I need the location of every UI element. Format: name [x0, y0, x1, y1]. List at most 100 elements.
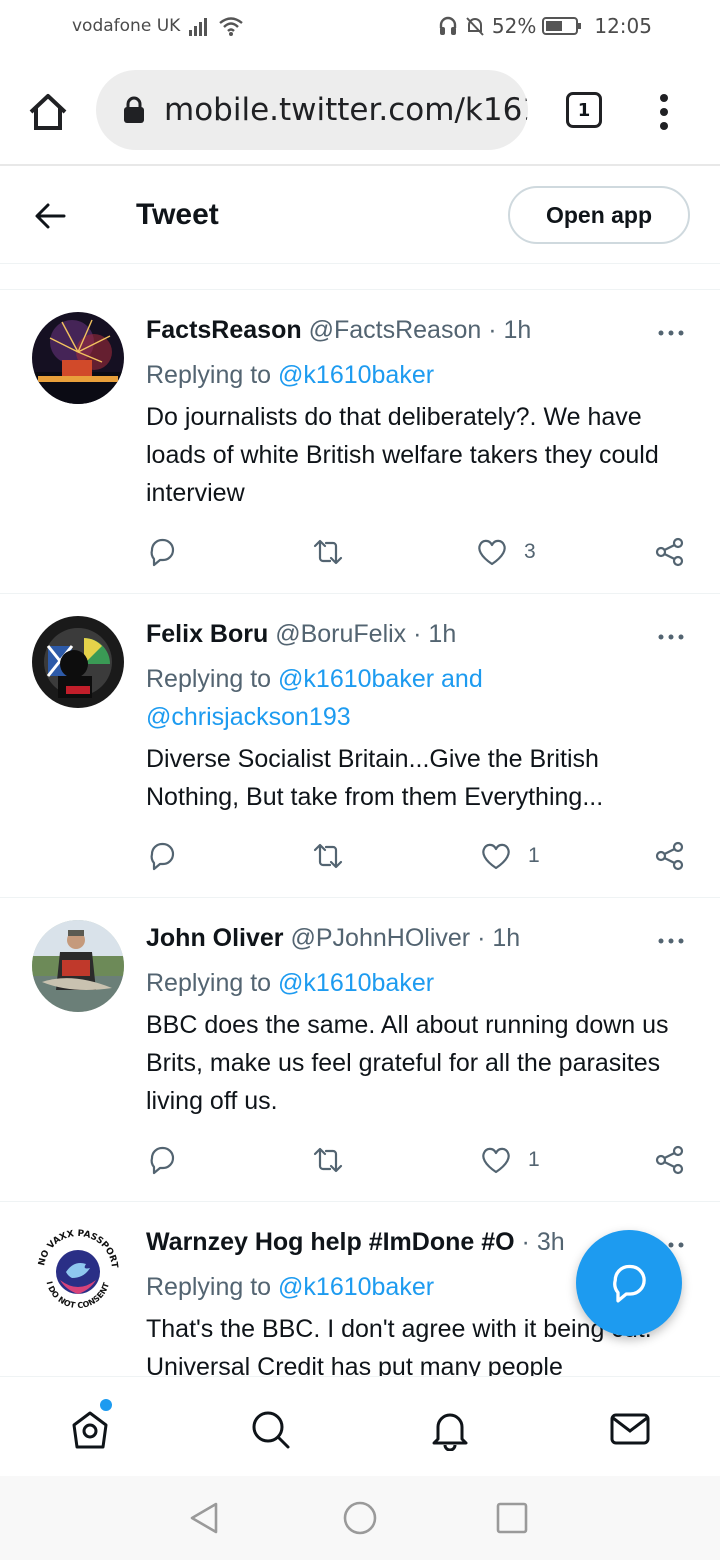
replying-to-label: Replying to: [146, 665, 279, 693]
retweet-icon: [313, 1147, 343, 1173]
author-name[interactable]: Warnzey Hog help #ImDone #O: [146, 1228, 515, 1256]
signal-icon: [189, 18, 207, 36]
tweet-meta: John Oliver @PJohnHOliver · 1h: [146, 922, 576, 954]
retweet-button[interactable]: [312, 534, 344, 570]
like-count: 1: [528, 844, 540, 867]
tweet-meta: Warnzey Hog help #ImDone #O · 3h: [146, 1226, 576, 1258]
divider: [0, 264, 720, 290]
avatar[interactable]: [32, 920, 124, 1012]
avatar[interactable]: [32, 312, 124, 404]
separator-dot: ·: [477, 924, 486, 952]
replying-to-label: Replying to: [146, 969, 279, 997]
tweet-item[interactable]: FactsReason @FactsReason · 1h Replying t…: [0, 290, 720, 594]
author-name[interactable]: FactsReason: [146, 316, 302, 344]
share-icon: [655, 537, 684, 567]
battery-percent: 52%: [491, 14, 537, 38]
tweet-item[interactable]: Felix Boru @BoruFelix · 1h Replying to @…: [0, 594, 720, 898]
reply-mention[interactable]: @k1610baker: [278, 969, 434, 997]
address-bar[interactable]: mobile.twitter.com/k161: [96, 70, 528, 150]
status-right: 52% 12:05: [438, 14, 652, 38]
tweet-time[interactable]: 1h: [492, 924, 520, 952]
retweet-button[interactable]: [312, 1142, 344, 1178]
tweet-meta: FactsReason @FactsReason · 1h: [146, 314, 576, 346]
tweet-actions: 1: [146, 1142, 686, 1182]
home-circle-icon[interactable]: [342, 1500, 378, 1536]
separator-dot: ·: [413, 620, 422, 648]
retweet-icon: [313, 843, 343, 869]
open-app-button[interactable]: Open app: [508, 186, 690, 244]
mute-bell-icon: [466, 17, 484, 36]
headset-icon: [439, 16, 457, 35]
retweet-icon: [313, 539, 343, 565]
reply-button[interactable]: [146, 534, 178, 570]
like-button[interactable]: 3: [476, 534, 536, 570]
back-arrow-icon[interactable]: [34, 202, 66, 230]
replying-to: Replying to @k1610baker: [146, 964, 686, 1002]
browser-toolbar: mobile.twitter.com/k161 1: [0, 56, 720, 166]
more-icon[interactable]: [656, 622, 686, 652]
tweet-text: Diverse Socialist Britain...Give the Bri…: [146, 745, 604, 811]
reply-button[interactable]: [146, 1142, 178, 1178]
heart-icon: [478, 539, 506, 566]
tweet-time[interactable]: 3h: [537, 1228, 565, 1256]
tab-switcher-button[interactable]: 1: [566, 92, 602, 128]
author-name[interactable]: Felix Boru: [146, 620, 268, 648]
status-bar: vodafone UK 52% 12:05: [0, 0, 720, 56]
browser-menu-icon[interactable]: [654, 92, 674, 132]
share-button[interactable]: [654, 1142, 686, 1178]
tweet-item[interactable]: John Oliver @PJohnHOliver · 1h Replying …: [0, 898, 720, 1202]
notifications-bell-icon[interactable]: [428, 1407, 472, 1451]
bottom-navigation: [0, 1376, 720, 1476]
tweet-time[interactable]: 1h: [428, 620, 456, 648]
system-navigation-bar: [0, 1476, 720, 1560]
lock-icon: [124, 96, 144, 123]
reply-icon: [150, 538, 175, 567]
retweet-button[interactable]: [312, 838, 344, 874]
author-handle[interactable]: @FactsReason: [309, 316, 482, 344]
more-icon[interactable]: [656, 318, 686, 348]
recents-square-icon[interactable]: [494, 1500, 530, 1536]
tweet-actions: 3: [146, 534, 686, 574]
like-button[interactable]: 1: [480, 1142, 540, 1178]
messages-mail-icon[interactable]: [608, 1407, 652, 1451]
tweet-text: Do journalists do that deliberately?. We…: [146, 403, 659, 507]
avatar[interactable]: [32, 616, 124, 708]
replying-to: Replying to @k1610baker: [146, 356, 686, 394]
author-handle[interactable]: @BoruFelix: [275, 620, 406, 648]
share-button[interactable]: [654, 534, 686, 570]
battery-icon: [542, 17, 582, 35]
heart-icon: [482, 1147, 510, 1174]
like-count: 3: [524, 540, 536, 563]
back-triangle-icon[interactable]: [186, 1500, 222, 1536]
tweet-text: BBC does the same. All about running dow…: [146, 1011, 669, 1115]
search-icon[interactable]: [248, 1407, 292, 1451]
like-button[interactable]: 1: [480, 838, 540, 874]
reply-button[interactable]: [146, 838, 178, 874]
author-handle[interactable]: @PJohnHOliver: [291, 924, 471, 952]
tweet-time[interactable]: 1h: [503, 316, 531, 344]
author-name[interactable]: John Oliver: [146, 924, 284, 952]
replying-to-label: Replying to: [146, 1273, 279, 1301]
more-icon[interactable]: [656, 926, 686, 956]
separator-dot: ·: [488, 316, 497, 344]
reply-mention[interactable]: @k1610baker: [278, 1273, 434, 1301]
heart-icon: [482, 843, 510, 870]
like-count: 1: [528, 1148, 540, 1171]
url-text[interactable]: mobile.twitter.com/k161: [164, 92, 528, 128]
compose-reply-button[interactable]: [576, 1230, 682, 1336]
carrier-name: vodafone UK: [72, 16, 181, 36]
home-icon[interactable]: [68, 1407, 112, 1451]
tweet-meta: Felix Boru @BoruFelix · 1h: [146, 618, 576, 650]
page-title: Tweet: [136, 198, 219, 231]
reply-mention[interactable]: @k1610baker: [278, 361, 434, 389]
unread-dot: [100, 1399, 112, 1411]
replying-to: Replying to @k1610baker and @chrisjackso…: [146, 660, 686, 736]
wifi-icon: [219, 17, 243, 36]
home-icon[interactable]: [26, 90, 70, 134]
reply-bubble-icon: [613, 1264, 646, 1303]
tweet-header: Tweet Open app: [0, 168, 720, 264]
share-icon: [655, 1145, 684, 1175]
tweet-actions: 1: [146, 838, 686, 878]
avatar[interactable]: NO VAXX PASSPORTS I DO NOT CONSENT: [32, 1224, 124, 1316]
share-button[interactable]: [654, 838, 686, 874]
